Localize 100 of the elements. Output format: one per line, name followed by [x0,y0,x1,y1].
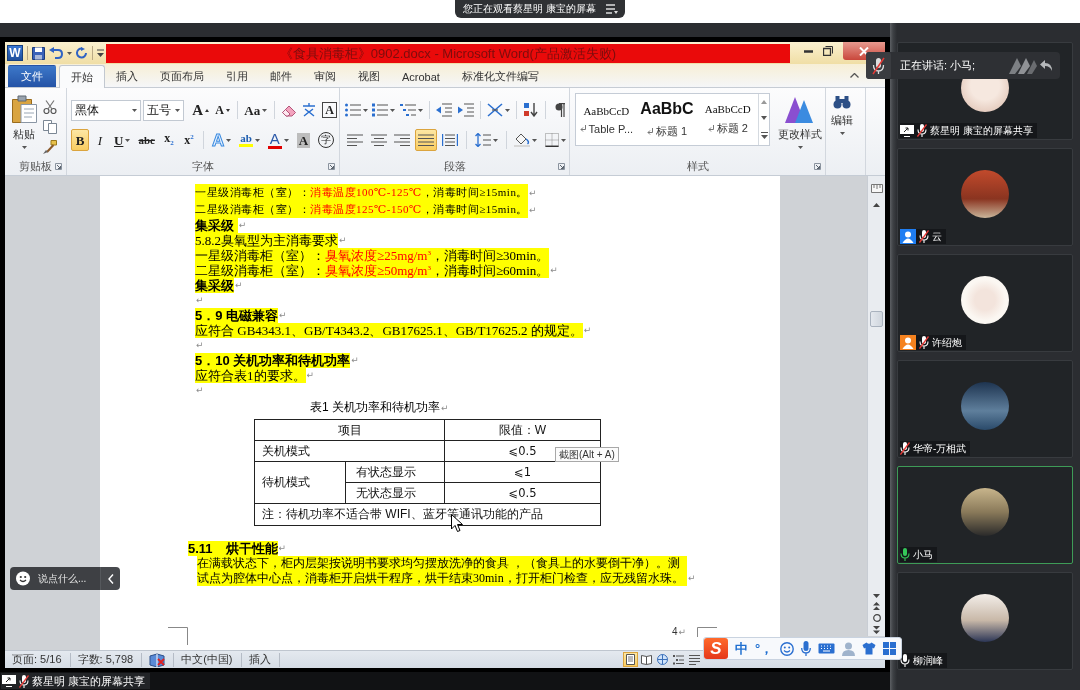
ribbon-tab[interactable]: 邮件 [259,65,303,87]
participant-name: 蔡星明 康宝的屏幕共享 [930,123,1033,138]
copy-icon[interactable] [43,120,57,134]
caret-icon [125,138,131,142]
more-icon[interactable] [760,132,768,139]
caret-icon [417,108,423,112]
double-up-arrow-icon[interactable] [873,602,880,610]
editing-button[interactable]: 编辑 [828,92,856,138]
strikethrough-button[interactable]: abc [135,129,158,151]
binoculars-icon [833,95,851,109]
microphone-muted-icon[interactable] [866,52,891,79]
double-down-arrow-icon[interactable] [873,626,880,634]
collapse-button[interactable] [100,567,120,590]
highlight-button[interactable]: ab [236,129,263,151]
font-color-button[interactable]: A [264,129,292,151]
avatar-photo [961,276,1009,324]
ribbon-tab[interactable]: 标准化文件编写 [450,65,550,87]
chevron-up-icon[interactable] [850,73,859,78]
style-option[interactable]: AaBbCcD 标题 2 [697,94,758,145]
book-icon[interactable] [149,652,166,667]
ruler-icon[interactable] [870,184,883,193]
paragraph: 一星级消毒柜（室）：消毒温度100℃-125℃，消毒时间≥15min。 [195,184,528,201]
font-name-dropdown[interactable]: 黑体 [71,99,142,121]
stacked-triangles-icon [785,96,815,123]
scroll-down-icon[interactable] [761,116,767,120]
participant-name: 柳润峰 [913,653,943,668]
avatar-photo [961,382,1009,430]
smiley-icon[interactable] [780,641,795,656]
view-button[interactable] [671,652,686,667]
ribbon-tab[interactable]: 引用 [215,65,259,87]
avatar-photo [961,594,1009,642]
style-option[interactable]: AaBbC 标题 1 [636,94,698,145]
keyboard-icon[interactable] [818,643,836,654]
corner-arrow-icon[interactable] [558,163,565,170]
down-triangle-icon [225,108,230,112]
paragraph: 应符合表1的要求。 [195,368,306,383]
up-arrow-icon[interactable] [873,203,880,207]
restore-icon [823,46,833,56]
ribbon-tab[interactable]: 插入 [105,65,149,87]
scroll-thumb[interactable] [870,311,883,327]
underline-button[interactable]: U [111,129,134,151]
microphone-icon[interactable] [801,641,812,656]
shirt-icon[interactable] [862,642,877,655]
heading: 5．10 关机功率和待机功率 [195,353,351,368]
outdent-icon [436,103,453,117]
ribbon-tab[interactable]: 页面布局 [149,65,215,87]
app-logo: W [7,45,23,61]
close-icon [859,46,869,56]
paragraph-mark: ↵ [238,220,247,230]
italic-button[interactable]: I [91,129,109,151]
paintbrush-icon[interactable] [43,140,57,154]
ime-toggle-button[interactable]: 中 [735,639,748,658]
shrink-font-button[interactable]: A [213,99,232,121]
menu-icon[interactable] [605,4,618,14]
character-border-button[interactable]: A [320,99,339,121]
paint-bucket-icon [514,133,531,147]
ime-toggle-button[interactable]: °， [755,639,774,658]
change-case-button[interactable]: Aa [242,99,269,121]
caret-icon [254,138,260,142]
justify-button[interactable] [415,129,438,151]
message-field[interactable]: 说点什么... [34,567,100,590]
sort-icon [524,103,539,117]
circle-icon[interactable] [872,614,881,622]
status-item: 插入 [241,652,280,667]
view-button[interactable] [655,652,670,667]
return-mark-icon [579,125,586,132]
style-option[interactable]: AaBbCcD Table P... [576,94,637,145]
scroll-up-icon[interactable] [761,100,767,104]
paragraph-mark: ↵ [279,310,287,320]
ribbon-tab[interactable]: 视图 [347,65,391,87]
character-strokes-icon [302,103,317,117]
dropdown-arrow-icon[interactable] [97,48,104,58]
grid-icon[interactable] [883,642,897,655]
down-arrow-icon[interactable] [873,594,880,598]
grow-font-button[interactable]: A [190,99,212,121]
smiley-icon[interactable] [10,567,34,590]
corner-arrow-icon[interactable] [55,163,62,170]
pilcrow-icon [554,103,565,117]
paragraph: 一星级消毒柜（室）：臭氧浓度≥25mg/m$^{3}$，消毒时间≥30min。 [195,248,550,263]
bold-button[interactable]: B [71,129,89,151]
corner-mark-icon [697,627,718,637]
ribbon-tab[interactable]: Acrobat [391,65,451,87]
circular-arrow-icon[interactable] [76,47,88,59]
ribbon-tab[interactable]: 审阅 [303,65,347,87]
heading: 集采级 [195,218,238,233]
subscript-button[interactable]: x$_{2}$ [159,129,178,151]
superscript-button[interactable]: x$^{2}$ [179,129,198,151]
ribbon-tab[interactable]: 开始 [59,65,105,88]
undo-icon[interactable] [49,47,63,59]
view-button[interactable] [623,652,638,667]
corner-arrow-icon[interactable] [328,163,335,170]
paragraph-mark: ↵ [196,385,204,395]
scissors-icon[interactable] [43,100,57,114]
view-button[interactable] [639,652,654,667]
paste-button[interactable]: 粘贴 [8,92,40,158]
font-size-dropdown[interactable]: 五号 [143,99,185,121]
change-styles-button[interactable]: 更改样式 [775,93,825,158]
corner-arrow-icon[interactable] [814,163,821,170]
file-tab[interactable]: 文件 [8,65,56,87]
view-button[interactable] [687,652,702,667]
